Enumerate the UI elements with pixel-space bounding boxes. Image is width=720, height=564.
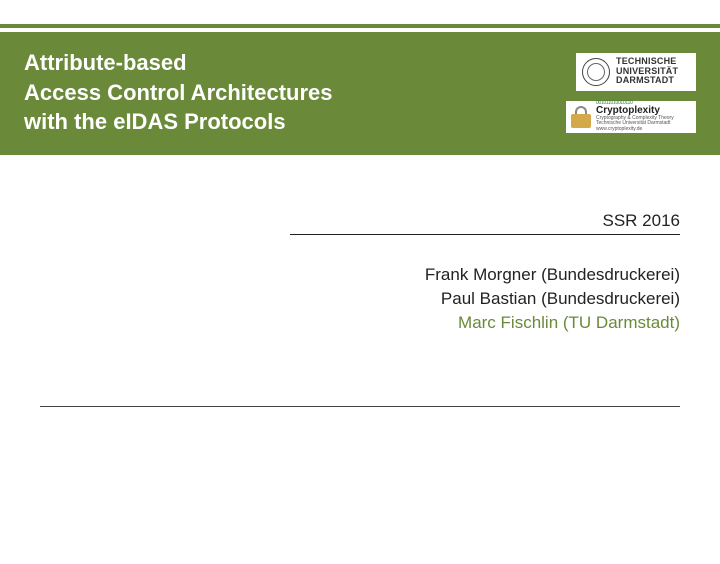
uni-line3: DARMSTADT <box>616 76 678 86</box>
venue-underline <box>290 234 680 235</box>
lock-icon <box>571 106 591 128</box>
venue-block: SSR 2016 <box>290 211 680 235</box>
title-line-1: Attribute-based <box>24 48 333 78</box>
crypto-sub3: www.cryptoplexity.de <box>596 127 674 133</box>
content-area: SSR 2016 Frank Morgner (Bundesdruckerei)… <box>0 155 720 334</box>
title-line-2: Access Control Architectures <box>24 78 333 108</box>
title-line-3: with the eIDAS Protocols <box>24 107 333 137</box>
bottom-rule <box>40 406 680 407</box>
author-3: Marc Fischlin (TU Darmstadt) <box>290 311 680 335</box>
venue-label: SSR 2016 <box>290 211 680 234</box>
university-logo: TECHNISCHE UNIVERSITÄT DARMSTADT <box>576 53 696 91</box>
slide-title: Attribute-based Access Control Architect… <box>24 48 333 137</box>
university-name: TECHNISCHE UNIVERSITÄT DARMSTADT <box>616 57 678 87</box>
crypto-text: 001011010010110 Cryptoplexity Cryptograp… <box>596 101 674 133</box>
author-2: Paul Bastian (Bundesdruckerei) <box>290 287 680 311</box>
author-1: Frank Morgner (Bundesdruckerei) <box>290 263 680 287</box>
university-seal-icon <box>582 58 610 86</box>
top-accent-bar <box>0 24 720 28</box>
cryptoplexity-logo: 001011010010110 Cryptoplexity Cryptograp… <box>566 101 696 133</box>
authors-list: Frank Morgner (Bundesdruckerei) Paul Bas… <box>290 263 680 334</box>
logo-stack: TECHNISCHE UNIVERSITÄT DARMSTADT 0010110… <box>566 53 696 133</box>
header-band: Attribute-based Access Control Architect… <box>0 32 720 155</box>
